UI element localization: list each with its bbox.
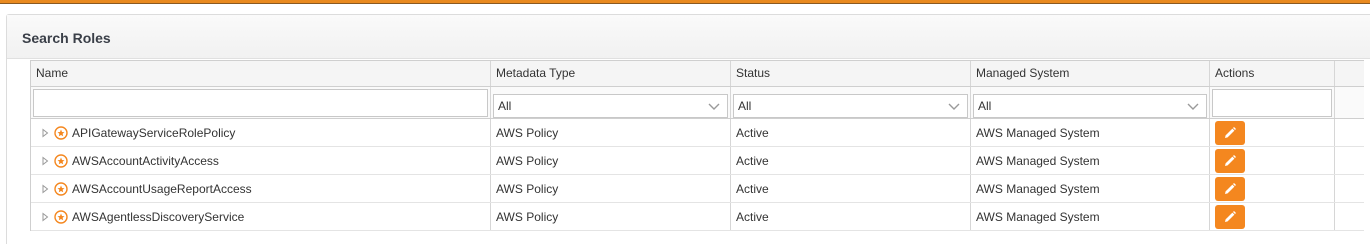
role-name[interactable]: APIGatewayServiceRolePolicy (72, 126, 235, 140)
cell-filler (1335, 119, 1364, 146)
cell-actions (1210, 119, 1335, 146)
cell-filler (1335, 203, 1364, 230)
role-name[interactable]: AWSAccountUsageReportAccess (72, 182, 252, 196)
managed-system-filter-value: All (978, 98, 992, 113)
table-row[interactable]: APIGatewayServiceRolePolicy AWS Policy A… (31, 119, 1364, 147)
name-filter-input[interactable] (33, 88, 488, 117)
column-header-managed-system[interactable]: Managed System (971, 61, 1210, 86)
column-header-metadata-type[interactable]: Metadata Type (491, 61, 731, 86)
status-filter-value: All (738, 98, 752, 113)
column-header-status[interactable]: Status (731, 61, 971, 86)
pencil-icon (1225, 154, 1236, 166)
panel-header: Search Roles (7, 15, 1370, 59)
filter-cell-metadata-type: All (491, 87, 731, 118)
edit-button[interactable] (1215, 120, 1245, 145)
chevron-down-icon (1187, 103, 1199, 110)
cell-actions (1210, 147, 1335, 174)
cell-metadata-type: AWS Policy (491, 175, 731, 202)
policy-badge-icon (54, 153, 68, 168)
roles-grid: Name Metadata Type Status Managed System… (30, 60, 1364, 231)
policy-badge-icon (54, 125, 68, 140)
chevron-down-icon (708, 103, 720, 110)
triangle-right-icon[interactable] (40, 155, 50, 166)
cell-filler (1335, 175, 1364, 202)
cell-status: Active (731, 147, 971, 174)
filter-cell-managed-system: All (971, 87, 1210, 118)
triangle-right-icon[interactable] (40, 127, 50, 138)
filter-cell-status: All (731, 87, 971, 118)
edit-button[interactable] (1215, 176, 1245, 201)
cell-name: AWSAccountActivityAccess (31, 147, 491, 174)
panel-title: Search Roles (22, 30, 111, 46)
grid-header-row: Name Metadata Type Status Managed System… (31, 61, 1364, 87)
cell-status: Active (731, 203, 971, 230)
role-name[interactable]: AWSAccountActivityAccess (72, 154, 219, 168)
triangle-right-icon[interactable] (40, 211, 50, 222)
cell-name: AWSAgentlessDiscoveryService (31, 203, 491, 230)
cell-managed-system: AWS Managed System (971, 119, 1210, 146)
chevron-down-icon (948, 103, 960, 110)
cell-metadata-type: AWS Policy (491, 119, 731, 146)
column-header-filler (1335, 61, 1364, 86)
pencil-icon (1225, 210, 1236, 222)
role-name[interactable]: AWSAgentlessDiscoveryService (72, 210, 244, 224)
filter-cell-filler (1335, 87, 1364, 118)
cell-actions (1210, 203, 1335, 230)
edit-button[interactable] (1215, 204, 1245, 229)
filter-cell-name (31, 87, 491, 118)
cell-managed-system: AWS Managed System (971, 147, 1210, 174)
status-filter-select[interactable]: All (733, 93, 968, 118)
cell-status: Active (731, 175, 971, 202)
policy-badge-icon (54, 209, 68, 224)
column-header-name[interactable]: Name (31, 61, 491, 86)
column-header-actions: Actions (1210, 61, 1335, 86)
actions-filter-input[interactable] (1212, 88, 1332, 117)
pencil-icon (1225, 126, 1236, 138)
cell-status: Active (731, 119, 971, 146)
cell-name: AWSAccountUsageReportAccess (31, 175, 491, 202)
top-accent-bar (0, 0, 1370, 4)
filter-cell-actions (1210, 87, 1335, 118)
cell-actions (1210, 175, 1335, 202)
triangle-right-icon[interactable] (40, 183, 50, 194)
table-row[interactable]: AWSAccountUsageReportAccess AWS Policy A… (31, 175, 1364, 203)
policy-badge-icon (54, 181, 68, 196)
grid-filter-row: All All All (31, 87, 1364, 119)
cell-metadata-type: AWS Policy (491, 203, 731, 230)
cell-name: APIGatewayServiceRolePolicy (31, 119, 491, 146)
metadata-type-filter-value: All (498, 98, 512, 113)
cell-filler (1335, 147, 1364, 174)
pencil-icon (1225, 182, 1236, 194)
cell-managed-system: AWS Managed System (971, 175, 1210, 202)
managed-system-filter-select[interactable]: All (973, 93, 1207, 118)
metadata-type-filter-select[interactable]: All (493, 93, 728, 118)
cell-metadata-type: AWS Policy (491, 147, 731, 174)
edit-button[interactable] (1215, 148, 1245, 173)
table-row[interactable]: AWSAccountActivityAccess AWS Policy Acti… (31, 147, 1364, 175)
table-row[interactable]: AWSAgentlessDiscoveryService AWS Policy … (31, 203, 1364, 231)
cell-managed-system: AWS Managed System (971, 203, 1210, 230)
